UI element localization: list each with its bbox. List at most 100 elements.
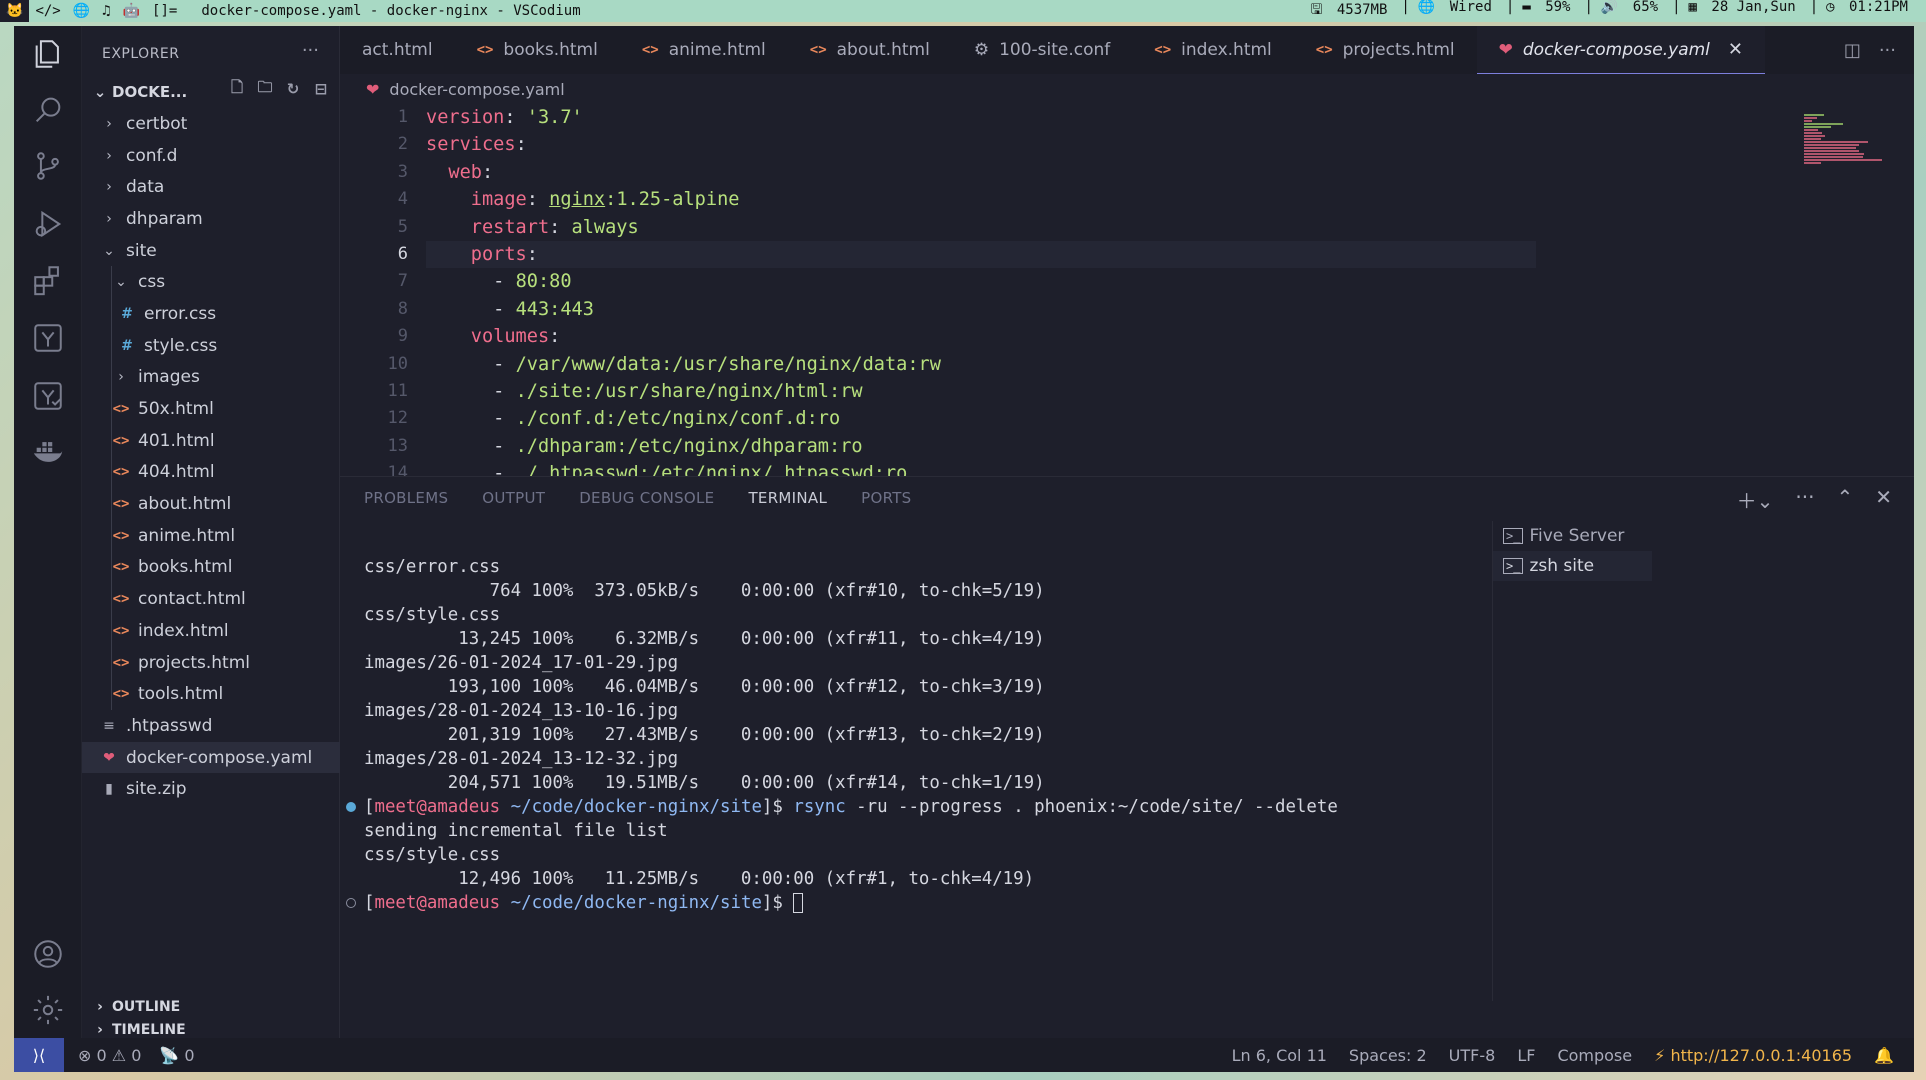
panel-tab-debug-console[interactable]: DEBUG CONSOLE — [579, 489, 714, 507]
problems-indicator[interactable]: ⊗ 0 ⚠ 0 — [78, 1046, 141, 1065]
more-actions-icon[interactable]: ··· — [1879, 40, 1896, 61]
tree-item-index-html[interactable]: <> index.html — [82, 615, 340, 647]
cursor-position[interactable]: Ln 6, Col 11 — [1232, 1046, 1327, 1065]
tree-item-tools-html[interactable]: <> tools.html — [82, 678, 340, 711]
tree-item-certbot[interactable]: › certbot — [82, 108, 340, 140]
workspace-6[interactable]: []= — [146, 0, 183, 22]
timeline-section[interactable]: › TIMELINE — [82, 1022, 340, 1038]
terminal-instance[interactable]: >_ Five Server — [1493, 521, 1652, 551]
tree-item--htpasswd[interactable]: ≡ .htpasswd — [82, 710, 340, 742]
outline-section[interactable]: › OUTLINE — [82, 992, 340, 1022]
tab-docker-compose-yaml[interactable]: ❤ docker-compose.yaml ✕ — [1476, 26, 1765, 74]
code-line[interactable]: image: nginx:1.25-alpine — [426, 186, 1053, 213]
live-server-link[interactable]: ⚡ http://127.0.0.1:40165 — [1654, 1046, 1852, 1065]
workspace-2[interactable]: </> — [29, 0, 66, 22]
tree-item-contact-html[interactable]: <> contact.html — [82, 583, 340, 615]
tab-projects-html[interactable]: <> projects.html — [1294, 26, 1477, 74]
ports-indicator[interactable]: 📡 0 — [159, 1046, 194, 1065]
terminal-output[interactable]: css/error.css 764 100% 373.05kB/s 0:00:0… — [346, 555, 1474, 915]
code-line[interactable]: - 443:443 — [426, 296, 1053, 323]
close-icon[interactable]: ✕ — [1728, 39, 1743, 60]
test-flask-icon[interactable] — [28, 318, 68, 358]
tree-item-dhparam[interactable]: › dhparam — [82, 203, 340, 235]
breadcrumb[interactable]: ❤ docker-compose.yaml — [340, 74, 565, 104]
minimap[interactable] — [1804, 114, 1884, 174]
panel-tab-output[interactable]: OUTPUT — [482, 489, 545, 507]
explorer-icon[interactable] — [28, 34, 68, 74]
tree-item-projects-html[interactable]: <> projects.html — [82, 646, 340, 679]
tree-item-404-html[interactable]: <> 404.html — [82, 456, 340, 489]
code-line[interactable]: web: — [426, 159, 1053, 186]
workspace-3[interactable]: 🌐 — [67, 0, 96, 22]
source-control-icon[interactable] — [28, 146, 68, 186]
breadcrumb-file[interactable]: docker-compose.yaml — [389, 80, 564, 99]
panel-tab-problems[interactable]: PROBLEMS — [364, 489, 448, 507]
tab-index-html[interactable]: <> index.html — [1132, 26, 1294, 74]
code-line[interactable]: - ./conf.d:/etc/nginx/conf.d:ro — [426, 405, 1053, 432]
close-panel-icon[interactable]: ✕ — [1875, 485, 1892, 514]
code-line[interactable]: version: '3.7' — [426, 104, 1053, 131]
new-file-icon[interactable]: 🗋 — [228, 78, 246, 98]
terminal-instance[interactable]: >_ zsh site — [1493, 551, 1652, 581]
command-status-icon[interactable] — [346, 802, 356, 812]
workspace-1[interactable]: 🐱 — [0, 0, 30, 22]
tree-item-style-css[interactable]: # style.css — [82, 329, 340, 362]
code-editor[interactable]: 1234567891011121314151617 version: '3.7'… — [340, 104, 1914, 476]
indentation[interactable]: Spaces: 2 — [1349, 1046, 1427, 1065]
testing-icon[interactable] — [28, 376, 68, 416]
tree-item-401-html[interactable]: <> 401.html — [82, 424, 340, 457]
collapse-all-icon[interactable]: ⊟ — [312, 80, 330, 98]
tab-about-html[interactable]: <> about.html — [788, 26, 952, 74]
search-icon[interactable] — [28, 90, 68, 130]
tree-item-about-html[interactable]: <> about.html — [82, 488, 340, 520]
code-line[interactable]: - ./.htpasswd:/etc/nginx/.htpasswd:ro — [426, 460, 1053, 476]
code-line[interactable]: - 80:80 — [426, 268, 1053, 295]
code-content[interactable]: version: '3.7' services: web: image: ngin… — [426, 104, 1053, 476]
tree-item-docker-compose-yaml[interactable]: ❤ docker-compose.yaml — [82, 741, 340, 774]
new-folder-icon[interactable]: 🗀 — [256, 78, 274, 98]
account-icon[interactable] — [28, 934, 68, 974]
command-status-icon[interactable] — [346, 898, 356, 908]
tab-act-html[interactable]: act.html — [340, 26, 455, 74]
settings-gear-icon[interactable] — [28, 990, 68, 1030]
tab-anime-html[interactable]: <> anime.html — [620, 26, 788, 74]
code-line[interactable]: - ./site:/usr/share/nginx/html:rw — [426, 378, 1053, 405]
more-actions-icon[interactable]: ··· — [302, 40, 319, 61]
panel-tab-terminal[interactable]: TERMINAL — [748, 489, 827, 507]
code-line[interactable]: services: — [426, 131, 1053, 158]
panel-tab-ports[interactable]: PORTS — [861, 489, 911, 507]
code-line[interactable]: volumes: — [426, 323, 1053, 350]
extensions-icon[interactable] — [28, 260, 68, 300]
workspace-4[interactable]: ♫ — [96, 0, 116, 22]
tree-item-anime-html[interactable]: <> anime.html — [82, 519, 340, 552]
refresh-icon[interactable]: ↻ — [284, 80, 302, 98]
workspace-5[interactable]: 🤖 — [117, 0, 146, 22]
tree-item-images[interactable]: › images — [82, 361, 340, 394]
language-mode[interactable]: Compose — [1557, 1046, 1632, 1065]
maximize-panel-icon[interactable]: ⌃ — [1836, 485, 1853, 514]
workspace-switcher[interactable]: 🐱 </> 🌐 ♫ 🤖 []= — [0, 0, 183, 22]
tree-item-50x-html[interactable]: <> 50x.html — [82, 393, 340, 425]
more-actions-icon[interactable]: ··· — [1795, 485, 1814, 514]
docker-icon[interactable] — [28, 432, 68, 472]
tree-item-books-html[interactable]: <> books.html — [82, 551, 340, 584]
run-debug-icon[interactable] — [28, 204, 68, 244]
code-line[interactable]: restart: always — [426, 214, 1053, 241]
tree-item-site[interactable]: ⌄ site — [82, 235, 340, 267]
tree-item-error-css[interactable]: # error.css — [82, 298, 340, 330]
tree-item-data[interactable]: › data — [82, 171, 340, 203]
workspace-root[interactable]: ⌄ DOCKE... 🗋 🗀 ↻ ⊟ — [82, 78, 340, 106]
code-line[interactable]: ports: — [426, 241, 1053, 268]
notifications-bell-icon[interactable]: 🔔 — [1874, 1046, 1894, 1065]
remote-indicator-icon[interactable]: ⟩⟨ — [14, 1038, 64, 1072]
encoding[interactable]: UTF-8 — [1449, 1046, 1496, 1065]
new-terminal-icon[interactable]: ＋⌄ — [1737, 485, 1774, 514]
code-line[interactable]: - /var/www/data:/usr/share/nginx/data:rw — [426, 351, 1053, 378]
tab-books-html[interactable]: <> books.html — [455, 26, 620, 74]
tree-item-site-zip[interactable]: ▮ site.zip — [82, 773, 340, 805]
tab-100-site-conf[interactable]: ⚙ 100-site.conf — [952, 26, 1132, 74]
tree-item-conf-d[interactable]: › conf.d — [82, 140, 340, 172]
code-line[interactable]: - ./dhparam:/etc/nginx/dhparam:ro — [426, 433, 1053, 460]
tree-item-css[interactable]: ⌄ css — [82, 266, 340, 299]
end-of-line[interactable]: LF — [1517, 1046, 1535, 1065]
